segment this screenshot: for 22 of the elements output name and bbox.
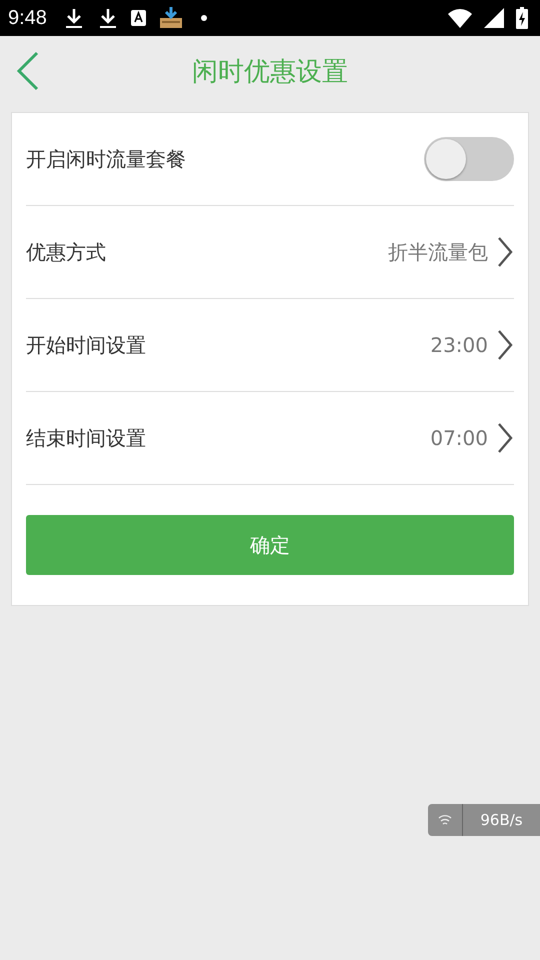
setting-value: 折半流量包 xyxy=(388,238,488,266)
chevron-right-icon[interactable] xyxy=(496,422,514,454)
signal-icon xyxy=(484,8,504,28)
more-dot-icon xyxy=(200,15,207,21)
setting-value: 07:00 xyxy=(430,426,488,450)
status-time: 9:48 xyxy=(8,6,47,30)
speed-text: 96B/s xyxy=(462,804,540,836)
page-title: 闲时优惠设置 xyxy=(192,56,348,88)
chevron-right-icon[interactable] xyxy=(496,236,514,268)
setting-label: 优惠方式 xyxy=(26,238,107,266)
confirm-button[interactable]: 确定 xyxy=(26,515,514,575)
font-app-icon xyxy=(130,9,147,27)
inbox-download-icon xyxy=(158,7,183,29)
battery-icon xyxy=(516,7,528,29)
setting-label: 开启闲时流量套餐 xyxy=(26,146,187,172)
chevron-right-icon[interactable] xyxy=(496,329,514,361)
toggle-switch[interactable] xyxy=(424,137,514,181)
setting-value: 23:00 xyxy=(430,333,488,357)
wifi-icon xyxy=(448,8,472,28)
setting-label: 开始时间设置 xyxy=(26,332,147,358)
wifi-icon xyxy=(438,814,452,826)
setting-label: 结束时间设置 xyxy=(26,424,147,452)
